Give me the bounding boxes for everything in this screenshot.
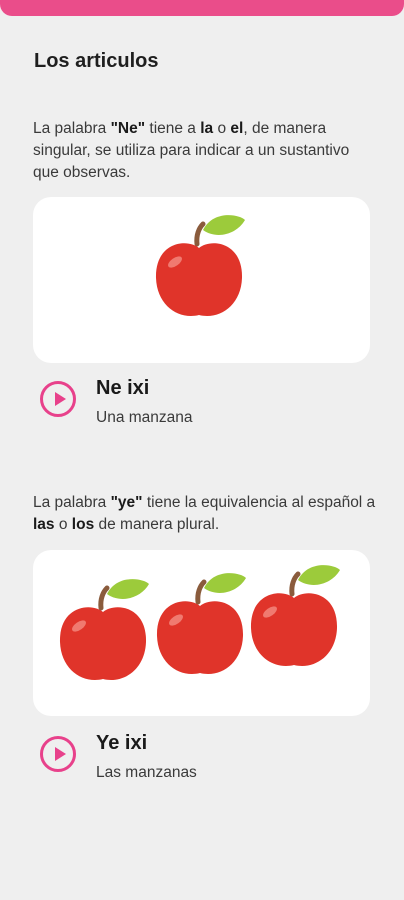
- apple-icon: [155, 215, 245, 316]
- section2-word: Ye ixi: [96, 732, 148, 754]
- section2-audio-row: Ye ixi Las manzanas: [40, 730, 360, 790]
- section1-word: Ne ixi: [96, 377, 150, 399]
- lesson-screen: Los articulos La palabra "Ne" tiene a la…: [0, 0, 404, 900]
- section2-article-2: los: [71, 516, 95, 533]
- play-audio-button[interactable]: [40, 736, 76, 772]
- section2-text-4: de manera plural.: [94, 516, 220, 533]
- section1-text-2: tiene a: [145, 120, 201, 137]
- multiple-apples-card: [33, 550, 370, 716]
- section1-audio-row: Ne ixi Una manzana: [40, 375, 360, 435]
- section1-description: La palabra "Ne" tiene a la o el, de mane…: [33, 118, 378, 184]
- section2-translation: Las manzanas: [96, 764, 197, 781]
- section1-article-1: la: [200, 120, 214, 137]
- section1-text-3: o: [213, 120, 231, 137]
- section2-term: "ye": [110, 494, 143, 511]
- section2-text-1: La palabra: [33, 494, 111, 511]
- play-audio-button[interactable]: [40, 381, 76, 417]
- progress-bar: [0, 0, 404, 16]
- section2-text-2: tiene la equivalencia al español a: [142, 494, 376, 511]
- section1-term: "Ne": [110, 120, 146, 137]
- lesson-title: Los articulos: [34, 50, 159, 72]
- section2-article-1: las: [33, 516, 55, 533]
- section1-translation: Una manzana: [96, 409, 193, 426]
- single-apple-card: [33, 197, 370, 363]
- section1-article-2: el: [230, 120, 244, 137]
- apples-icon: [33, 550, 370, 716]
- section2-description: La palabra "ye" tiene la equivalencia al…: [33, 492, 378, 536]
- section2-text-3: o: [54, 516, 72, 533]
- section1-text-1: La palabra: [33, 120, 111, 137]
